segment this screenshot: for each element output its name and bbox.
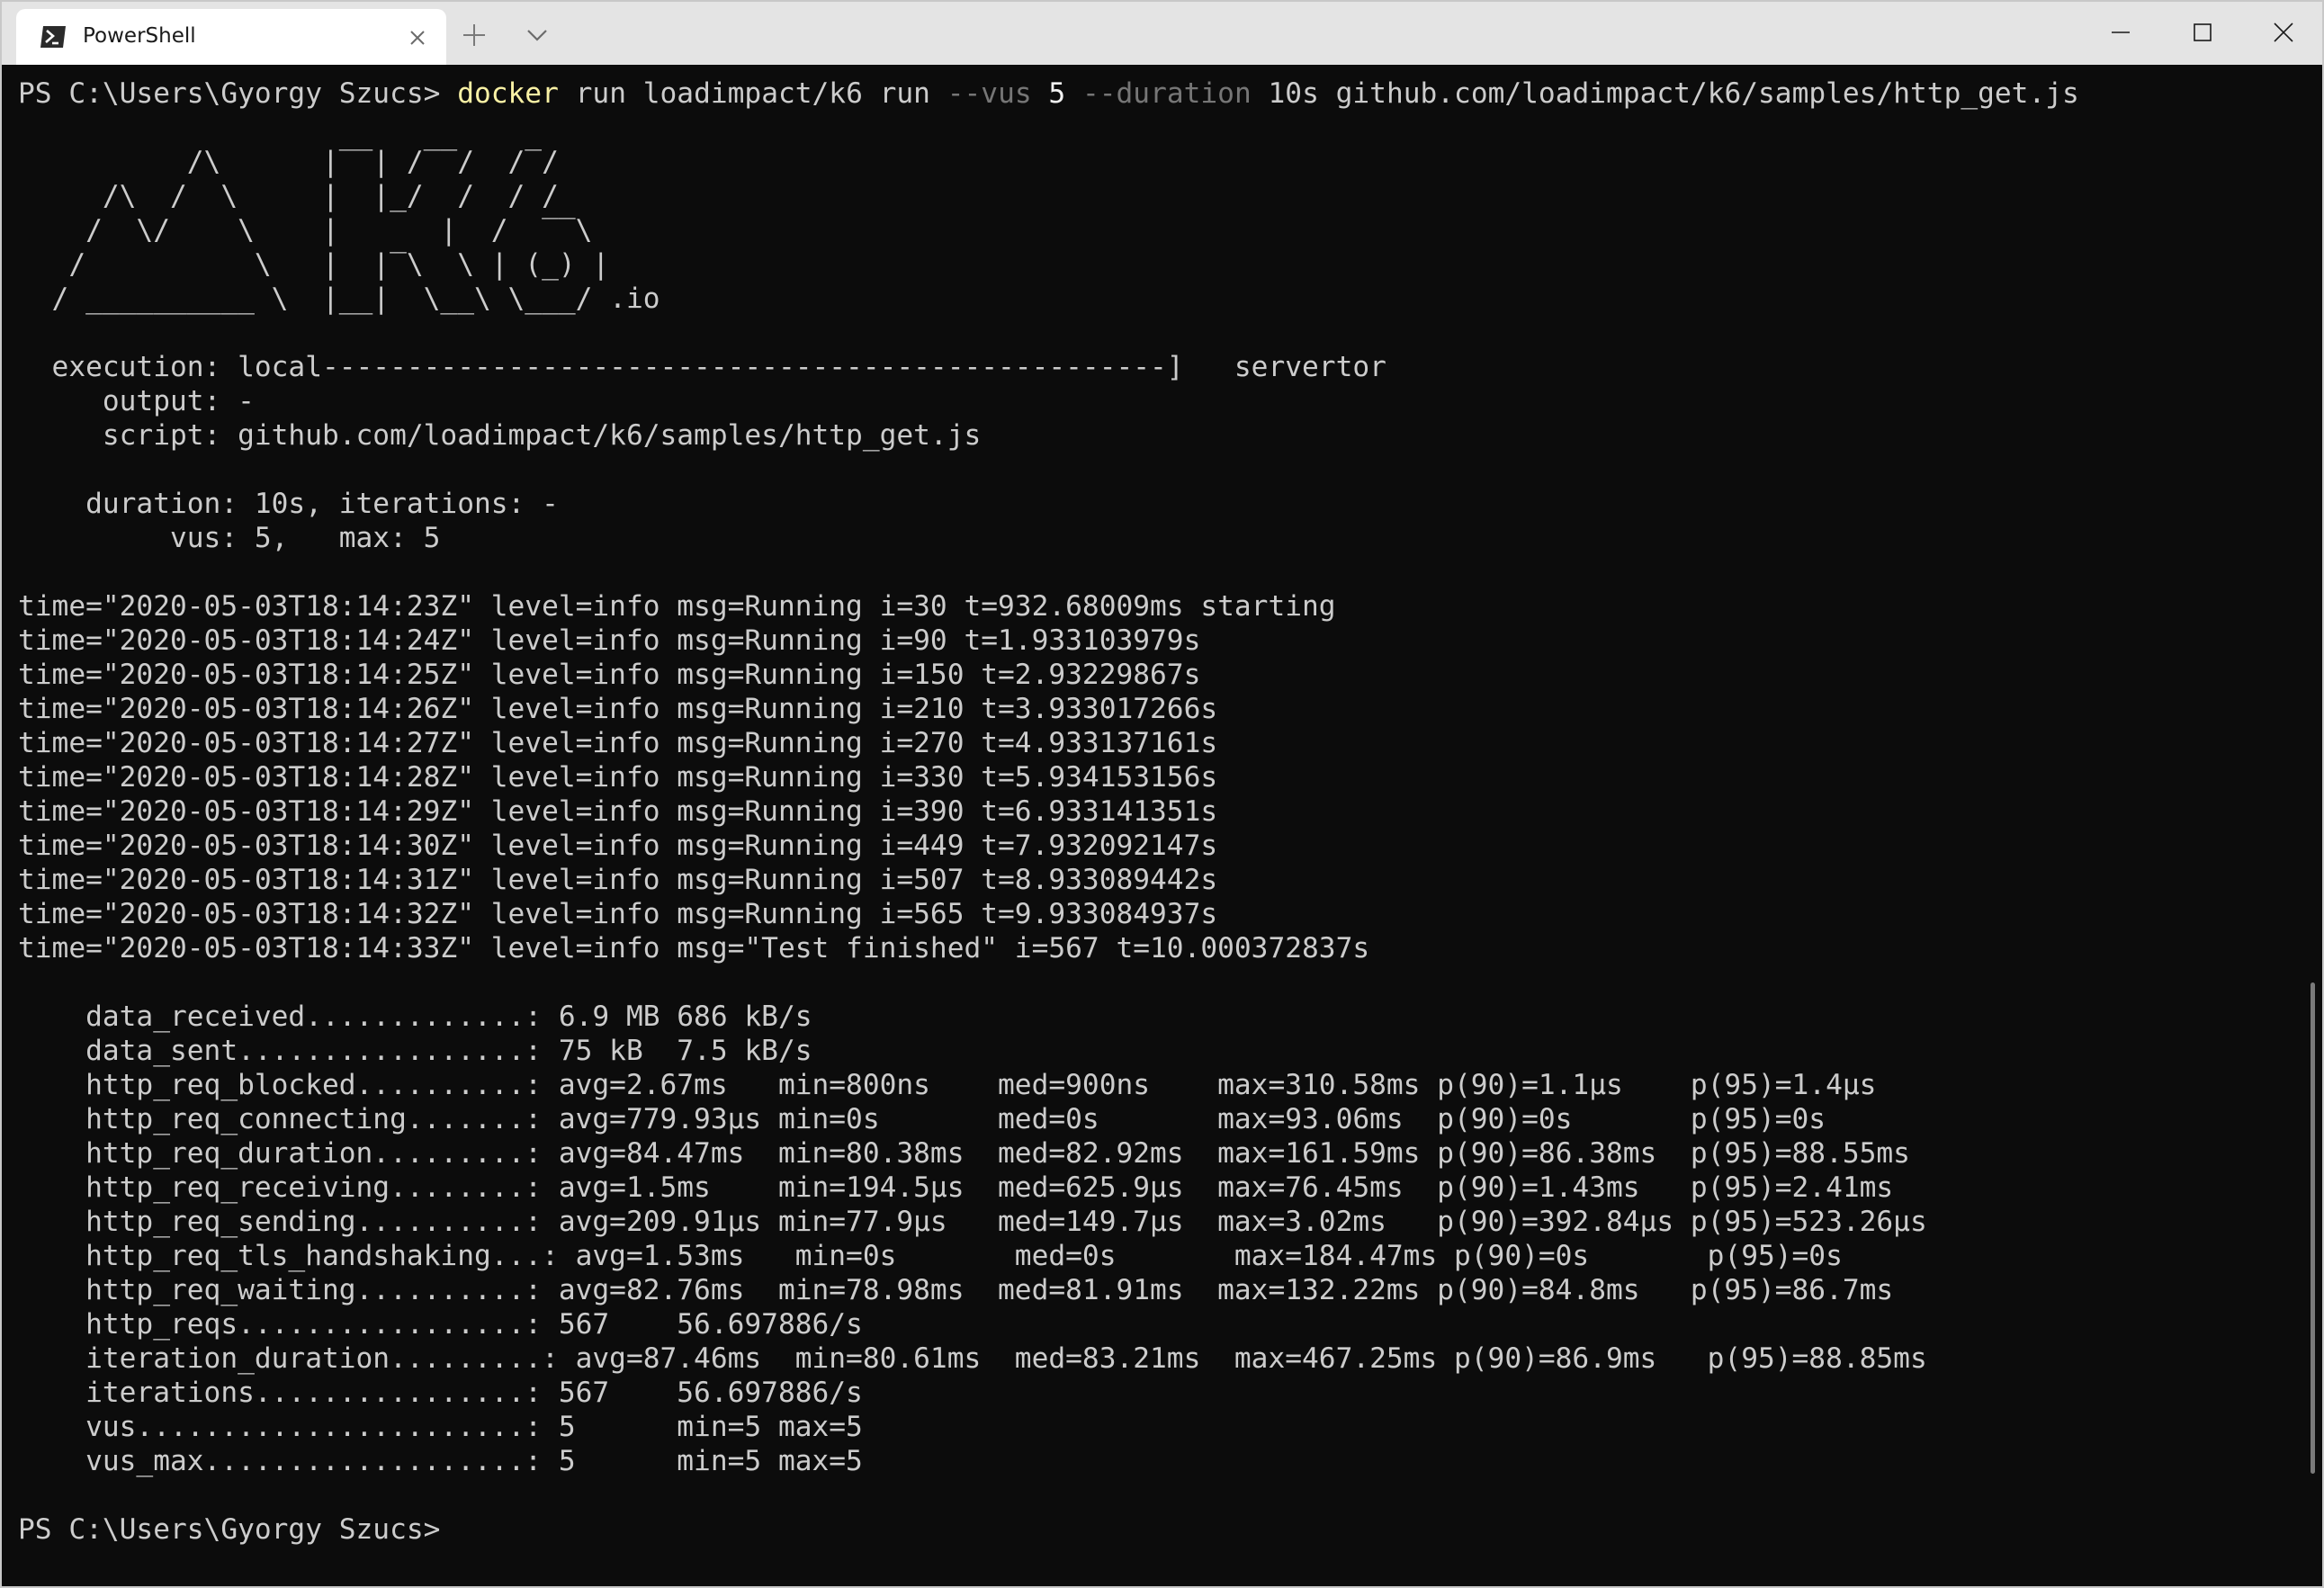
minimize-icon <box>2112 31 2130 33</box>
vus-line: vus: 5, max: 5 <box>18 522 441 554</box>
command-args: run loadimpact/k6 run <box>558 77 947 110</box>
metric-line: data_sent.................: 75 kB 7.5 kB… <box>18 1035 812 1067</box>
terminal-text: PS C:\Users\Gyorgy Szucs> docker run loa… <box>18 76 2079 1547</box>
script-line: script: github.com/loadimpact/k6/samples… <box>18 419 982 452</box>
k6-logo-line: /\ |‾‾| /‾‾/ /‾/ <box>18 146 559 178</box>
metric-line: vus_max...................: 5 min=5 max=… <box>18 1445 863 1477</box>
log-line: time="2020-05-03T18:14:27Z" level=info m… <box>18 727 1218 759</box>
log-line: time="2020-05-03T18:14:29Z" level=info m… <box>18 795 1218 828</box>
metric-line: http_req_sending..........: avg=209.91µs… <box>18 1206 1927 1238</box>
metric-line: iteration_duration.........: avg=87.46ms… <box>18 1342 1927 1375</box>
header-line <box>18 453 2079 487</box>
scrollbar-thumb[interactable] <box>2311 982 2315 1474</box>
maximize-button[interactable] <box>2161 2 2244 65</box>
window-close-button[interactable] <box>2242 2 2322 65</box>
header-line <box>18 316 2079 350</box>
close-icon[interactable] <box>405 25 430 50</box>
log-line: time="2020-05-03T18:14:28Z" level=info m… <box>18 761 1218 794</box>
final-prompt[interactable]: PS C:\Users\Gyorgy Szucs> <box>18 1512 2079 1547</box>
close-icon <box>2274 22 2293 42</box>
header-line <box>18 555 2079 589</box>
metric-line: data_received.............: 6.9 MB 686 k… <box>18 1000 812 1033</box>
log-line: time="2020-05-03T18:14:31Z" level=info m… <box>18 864 1218 896</box>
metric-line: http_req_blocked..........: avg=2.67ms m… <box>18 1069 1877 1101</box>
log-line: time="2020-05-03T18:14:23Z" level=info m… <box>18 590 1336 623</box>
vus-value: 5 <box>1031 77 1082 110</box>
flag-duration: --duration <box>1081 77 1252 110</box>
execution-line: execution: local------------------------… <box>18 351 1386 383</box>
k6-logo-line: / \ | |‾\ \ | (_) | <box>18 248 610 281</box>
prompt: PS C:\Users\Gyorgy Szucs> <box>18 77 458 110</box>
metric-line: http_reqs.................: 567 56.69788… <box>18 1308 863 1341</box>
chevron-down-icon[interactable] <box>524 23 551 47</box>
log-line: time="2020-05-03T18:14:33Z" level=info m… <box>18 932 1370 964</box>
terminal-output[interactable]: PS C:\Users\Gyorgy Szucs> docker run loa… <box>2 65 2322 1586</box>
powershell-icon <box>40 26 66 48</box>
log-line: time="2020-05-03T18:14:26Z" level=info m… <box>18 693 1218 725</box>
minimize-button[interactable] <box>2079 2 2162 65</box>
tab-title: PowerShell <box>83 24 196 48</box>
command-line: PS C:\Users\Gyorgy Szucs> docker run loa… <box>18 76 2079 111</box>
log-line: time="2020-05-03T18:14:24Z" level=info m… <box>18 624 1201 657</box>
metric-line: http_req_duration.........: avg=84.47ms … <box>18 1137 1910 1170</box>
metric-line: http_req_receiving........: avg=1.5ms mi… <box>18 1171 1894 1204</box>
log-line: time="2020-05-03T18:14:25Z" level=info m… <box>18 659 1201 691</box>
maximize-icon <box>2194 23 2212 41</box>
metric-line <box>18 1478 2079 1512</box>
metric-line: iterations................: 567 56.69788… <box>18 1377 863 1409</box>
metric-line: http_req_waiting..........: avg=82.76ms … <box>18 1274 1894 1306</box>
metric-line: http_req_tls_handshaking...: avg=1.53ms … <box>18 1240 1843 1272</box>
log-line: time="2020-05-03T18:14:32Z" level=info m… <box>18 898 1218 930</box>
k6-logo-line: / __________ \ |__| \__\ \___/ .io <box>18 283 660 315</box>
terminal-window: PowerShell PS C:\Users\Gyorgy Szucs> doc… <box>0 0 2324 1588</box>
duration-line: duration: 10s, iterations: - <box>18 488 559 520</box>
flag-vus: --vus <box>947 77 1032 110</box>
title-bar[interactable]: PowerShell <box>2 2 2322 65</box>
log-line: time="2020-05-03T18:14:30Z" level=info m… <box>18 830 1218 862</box>
output-line: output: - <box>18 385 255 417</box>
command-rest: 10s github.com/loadimpact/k6/samples/htt… <box>1251 77 2079 110</box>
k6-logo-line: /\ / \ | |_/ / / / <box>18 180 559 212</box>
tab-powershell[interactable]: PowerShell <box>16 9 446 65</box>
command-name: docker <box>457 77 559 110</box>
plus-icon[interactable] <box>461 22 488 49</box>
k6-logo-line: / \/ \ | | / ‾‾\ <box>18 214 593 247</box>
metric-line: http_req_connecting.......: avg=779.93µs… <box>18 1103 1826 1135</box>
metric-line: vus.......................: 5 min=5 max=… <box>18 1411 863 1443</box>
